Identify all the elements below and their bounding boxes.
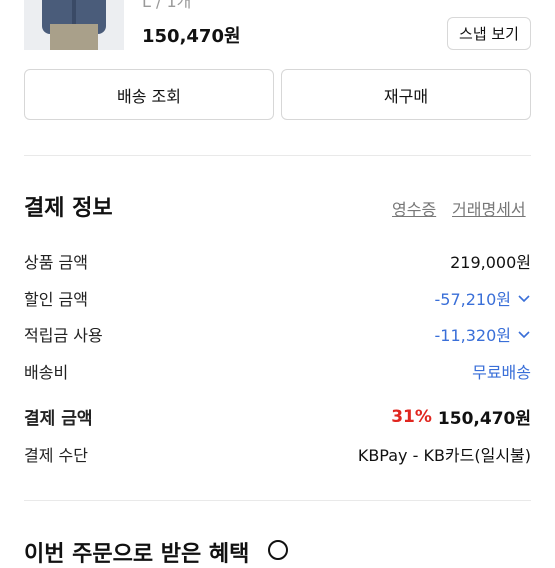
divider bbox=[24, 500, 531, 501]
chevron-down-icon bbox=[518, 295, 530, 303]
delivery-tracking-button[interactable]: 배송 조회 bbox=[24, 69, 274, 120]
discount-rate: 31% bbox=[391, 406, 432, 427]
payment-method-value: KBPay - KB카드(일시불) bbox=[358, 442, 531, 466]
product-amount-value: 219,000원 bbox=[450, 249, 531, 273]
payment-method-text: KBPay - KB카드(일시불) bbox=[357, 446, 531, 465]
product-amount-text: 219,000원 bbox=[450, 253, 531, 272]
points-used-label: 적립금 사용 bbox=[24, 326, 103, 345]
discount-amount-label: 할인 금액 bbox=[24, 290, 88, 309]
chevron-down-icon bbox=[518, 331, 530, 339]
reorder-button[interactable]: 재구매 bbox=[281, 69, 531, 120]
discount-amount-text: -57,210원 bbox=[434, 290, 511, 309]
payment-info-title: 결제 정보 bbox=[24, 196, 113, 221]
info-icon[interactable] bbox=[268, 540, 288, 560]
product-thumbnail[interactable] bbox=[24, 0, 124, 50]
product-option: L / 1개 bbox=[142, 0, 192, 11]
total-amount-value: 31% 150,470원 bbox=[391, 404, 531, 430]
discount-amount-toggle[interactable]: -57,210원 bbox=[435, 286, 531, 310]
total-amount-text: 150,470원 bbox=[437, 409, 531, 429]
snap-view-button[interactable]: 스냅 보기 bbox=[447, 17, 531, 50]
product-image-pants bbox=[50, 24, 98, 50]
shipping-fee-label: 배송비 bbox=[24, 363, 69, 382]
receipt-link[interactable]: 영수증 bbox=[392, 196, 436, 220]
payment-method-label: 결제 수단 bbox=[24, 446, 88, 465]
points-used-toggle[interactable]: -11,320원 bbox=[435, 322, 531, 346]
total-amount-label: 결제 금액 bbox=[24, 409, 93, 429]
shipping-fee-value: 무료배송 bbox=[472, 359, 531, 383]
product-price: 150,470원 bbox=[142, 26, 241, 47]
shipping-fee-text: 무료배송 bbox=[472, 363, 531, 382]
statement-link[interactable]: 거래명세서 bbox=[452, 196, 526, 220]
divider bbox=[24, 155, 531, 156]
benefits-title: 이번 주문으로 받은 혜택 bbox=[24, 542, 250, 567]
points-used-text: -11,320원 bbox=[434, 326, 511, 345]
product-amount-label: 상품 금액 bbox=[24, 253, 88, 272]
